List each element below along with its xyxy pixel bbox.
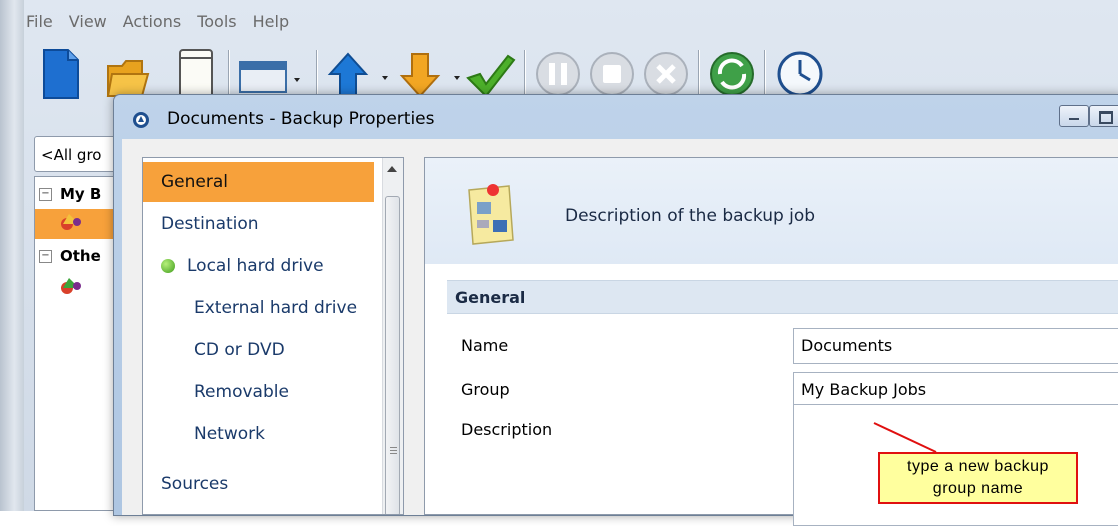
upload-arrow-icon[interactable] [326,52,396,98]
cancel-icon[interactable] [642,50,690,98]
backup-job-icon [61,213,81,230]
nav-item-cd-dvd[interactable]: CD or DVD [194,330,285,370]
tree-job-other[interactable] [39,273,87,295]
menu-actions[interactable]: Actions [123,12,181,36]
pause-icon[interactable] [534,50,582,98]
backup-job-icon [61,277,81,294]
notes-clipboard-icon [468,184,514,245]
tree-job-documents[interactable] [35,209,123,239]
group-field[interactable]: My Backup Jobs [793,372,1118,408]
nav-item-destination[interactable]: Destination [161,204,259,244]
toolbar [24,42,1118,100]
nav-item-external-hard-drive[interactable]: External hard drive [194,288,357,328]
name-label: Name [461,336,509,355]
refresh-icon[interactable] [708,50,756,98]
callout-line-1: type a new backup [907,458,1049,475]
property-nav-list: General Destination Local hard drive Ext… [142,157,404,515]
menu-file[interactable]: File [26,12,53,36]
menu-tools[interactable]: Tools [197,12,236,36]
scroll-up-arrow-icon[interactable] [387,166,397,172]
panel-header-description: Description of the backup job [565,206,816,226]
window-edge [0,0,24,511]
menu-bar: File View Actions Tools Help [26,12,289,36]
callout-line-2: group name [932,480,1024,497]
nav-item-removable[interactable]: Removable [194,372,289,412]
minimize-button[interactable] [1059,105,1089,127]
nav-item-general[interactable]: General [143,162,374,202]
menu-help[interactable]: Help [253,12,289,36]
scroll-thumb[interactable] [385,196,400,514]
section-title-general: General [447,280,1118,314]
app-icon [133,112,149,128]
properties-icon[interactable] [176,48,216,100]
tree-group-my-backup[interactable]: − My B [39,183,101,205]
new-job-icon[interactable] [42,48,80,100]
nav-item-sources[interactable]: Sources [161,464,228,504]
name-field[interactable]: Documents [793,328,1118,364]
group-filter-combo[interactable]: <All gro [34,136,124,172]
nav-item-network[interactable]: Network [194,414,265,454]
nav-item-local-hard-drive[interactable]: Local hard drive [161,246,324,286]
view-menu-icon[interactable] [238,60,308,94]
tree-group-other[interactable]: − Othe [39,245,101,267]
job-tree: − My B − Othe [34,176,124,511]
download-arrow-icon[interactable] [398,52,468,98]
stop-icon[interactable] [588,50,636,98]
group-label: Group [461,380,510,399]
status-green-icon [161,259,175,273]
menu-view[interactable]: View [69,12,107,36]
collapse-icon[interactable]: − [39,188,52,201]
dialog-title: Documents - Backup Properties [167,109,435,129]
check-icon[interactable] [466,54,516,98]
annotation-callout: type a new backup group name [878,452,1078,504]
schedule-clock-icon[interactable] [776,50,826,98]
nav-scrollbar[interactable] [382,158,403,514]
maximize-button[interactable] [1089,105,1118,127]
description-label: Description [461,420,553,439]
panel-header: Description of the backup job [425,158,1118,264]
collapse-icon[interactable]: − [39,250,52,263]
